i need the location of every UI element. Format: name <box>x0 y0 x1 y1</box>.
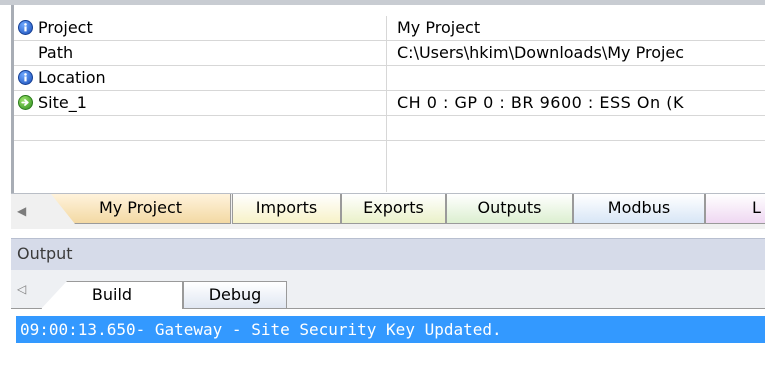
output-log[interactable]: 09:00:13.650- Gateway - Site Security Ke… <box>11 308 765 382</box>
property-row-path[interactable]: Path C:\Users\hkim\Downloads\My Projec <box>14 41 765 66</box>
tab-label: Modbus <box>607 198 671 217</box>
tab-label: Build <box>91 285 133 304</box>
property-name: Path <box>38 43 74 62</box>
column-divider <box>386 16 387 192</box>
property-row-location[interactable]: Location <box>14 66 765 91</box>
property-name: Project <box>38 18 93 37</box>
property-row-project[interactable]: Project My Project <box>14 16 765 41</box>
property-row-empty <box>14 116 765 141</box>
tab-label: L <box>752 198 761 217</box>
tab-modbus[interactable]: Modbus <box>573 194 705 224</box>
property-value-cell <box>389 116 765 140</box>
tab-l[interactable]: L <box>705 194 765 224</box>
tab-label: My Project <box>98 198 183 217</box>
property-name-cell: Site_1 <box>14 91 386 115</box>
tab-debug[interactable]: Debug <box>183 281 287 309</box>
scroll-left-icon[interactable]: ◀​ <box>17 204 26 218</box>
property-name: Site_1 <box>38 93 87 112</box>
property-value-cell[interactable]: My Project <box>389 16 765 40</box>
property-name-cell <box>14 116 386 140</box>
log-line[interactable]: 09:00:13.650- Gateway - Site Security Ke… <box>16 316 765 343</box>
tab-label: Imports <box>255 198 318 217</box>
property-value-cell[interactable]: CH 0 : GP 0 : BR 9600 : ESS On (K <box>389 91 765 115</box>
tab-label: Outputs <box>477 198 542 217</box>
output-panel-header: Output <box>11 238 765 270</box>
property-row-site[interactable]: Site_1 CH 0 : GP 0 : BR 9600 : ESS On (K <box>14 91 765 116</box>
tab-build[interactable]: Build <box>41 281 183 309</box>
tab-exports[interactable]: Exports <box>341 194 446 224</box>
project-tab-strip: ◀​ My Project Imports Exports Outputs Mo… <box>11 193 765 229</box>
property-name-cell: Path <box>14 41 386 65</box>
tab-label: Debug <box>208 285 262 304</box>
property-value: My Project <box>397 18 481 37</box>
tab-imports[interactable]: Imports <box>232 194 341 224</box>
property-value: C:\Users\hkim\Downloads\My Projec <box>397 43 685 62</box>
property-name-cell: Location <box>14 66 386 90</box>
tab-my-project[interactable]: My Project <box>51 194 231 224</box>
tab-outputs[interactable]: Outputs <box>446 194 573 224</box>
property-value: CH 0 : GP 0 : BR 9600 : ESS On (K <box>397 93 684 112</box>
top-edge <box>0 0 765 5</box>
properties-grid: Project My Project Path C:\Users\hkim\Do… <box>14 16 765 192</box>
property-value-cell[interactable] <box>389 66 765 90</box>
property-value-cell[interactable]: C:\Users\hkim\Downloads\My Projec <box>389 41 765 65</box>
go-icon <box>18 95 33 110</box>
property-name-cell: Project <box>14 16 386 40</box>
output-tab-strip: ◁ Build Debug <box>11 270 765 309</box>
property-name: Location <box>38 68 106 87</box>
info-icon <box>18 70 33 85</box>
output-panel-title: Output <box>17 244 73 263</box>
scroll-left-icon[interactable]: ◁ <box>17 282 26 296</box>
tab-label: Exports <box>363 198 424 217</box>
info-icon <box>18 20 33 35</box>
